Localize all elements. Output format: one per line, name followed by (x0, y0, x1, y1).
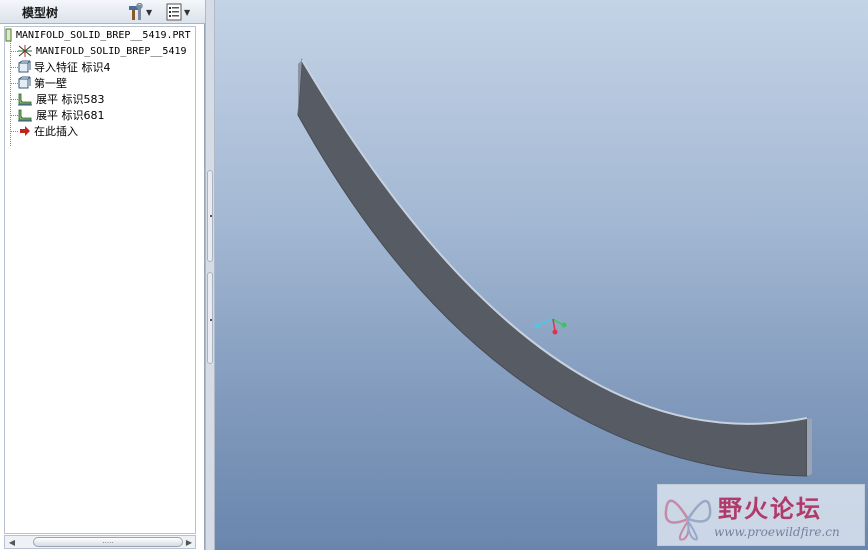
graphics-viewport[interactable] (215, 0, 868, 550)
tree-item-label: 展平 标识681 (36, 109, 105, 122)
import-feature-icon (18, 60, 31, 73)
model-tree-header: 模型树 ▼ ▼ (0, 0, 205, 24)
splitter-grip[interactable] (207, 272, 213, 364)
tree-item-label: 在此插入 (34, 125, 78, 138)
tree-item-unbend-681[interactable]: 展平 标识681 (17, 107, 105, 123)
splitter-grip[interactable] (207, 170, 213, 262)
first-wall-icon (18, 76, 31, 89)
tree-item-unbend-583[interactable]: 展平 标识583 (17, 91, 105, 107)
forum-watermark-logo: 野火论坛 www.proewildfire.cn (657, 484, 865, 546)
tree-item-first-wall[interactable]: 第一壁 (17, 75, 67, 91)
panel-splitter[interactable] (205, 0, 215, 550)
scrollbar-thumb[interactable]: ..... (33, 537, 183, 547)
viewport-canvas (297, 58, 812, 477)
show-tools-button[interactable]: ▼ (126, 2, 152, 22)
tree-item-import-feature[interactable]: 导入特征 标识4 (17, 59, 111, 75)
horizontal-scrollbar[interactable]: ◀ ..... ▶ (4, 535, 196, 549)
chevron-down-icon: ▼ (146, 7, 153, 17)
tree-item-label: MANIFOLD_SOLID_BREP__5419 (36, 45, 187, 57)
butterfly-logo-icon (664, 499, 712, 541)
tree-item-label: 第一壁 (34, 77, 67, 90)
part-icon (5, 28, 12, 42)
tree-item-csys[interactable]: MANIFOLD_SOLID_BREP__5419 (17, 43, 187, 59)
coordinate-axes-icon (18, 45, 32, 57)
tree-settings-button[interactable]: ▼ (166, 2, 190, 22)
model-tree-panel: 模型树 ▼ ▼ MANIFOLD_SOLID_BREP__5419.PRT MA… (0, 0, 205, 550)
tree-item-label: 导入特征 标识4 (34, 61, 111, 74)
insert-here-arrow-icon (20, 126, 30, 136)
watermark-url: www.proewildfire.cn (714, 525, 840, 539)
model-tree: MANIFOLD_SOLID_BREP__5419.PRT MANIFOLD_S… (4, 26, 196, 534)
scroll-left-icon[interactable]: ◀ (6, 536, 18, 548)
coordinate-triad-icon (534, 318, 567, 335)
model-tree-title: 模型树 (22, 6, 59, 20)
watermark-title: 野火论坛 (718, 495, 822, 523)
tree-item-label: 展平 标识583 (36, 93, 105, 106)
tree-item-label: MANIFOLD_SOLID_BREP__5419.PRT (16, 29, 191, 41)
chevron-down-icon: ▼ (184, 7, 191, 17)
tree-item-insert-here[interactable]: 在此插入 (19, 123, 78, 139)
tree-connector (10, 131, 18, 132)
hammer-wrench-icon (129, 3, 143, 20)
unbend-icon (18, 93, 32, 106)
part-end-face (807, 418, 812, 476)
scrollbar-grip: ..... (102, 537, 114, 545)
unbend-icon (18, 109, 32, 122)
scroll-right-icon[interactable]: ▶ (183, 536, 195, 548)
tree-settings-icon (166, 3, 182, 21)
sheet-metal-part[interactable] (297, 58, 808, 477)
tree-item-root-part[interactable]: MANIFOLD_SOLID_BREP__5419.PRT (5, 27, 191, 43)
